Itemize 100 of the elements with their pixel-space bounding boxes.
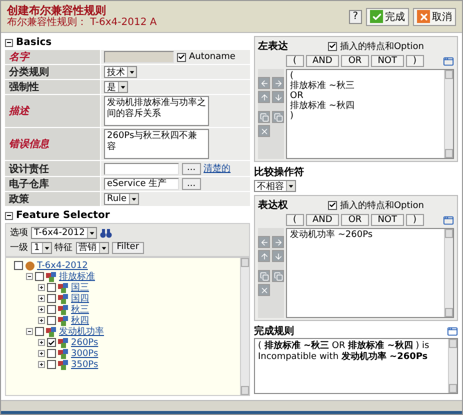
section-title: 完成规则: [254, 324, 294, 338]
dropdown[interactable]: 营销: [76, 242, 109, 254]
arrow-right-button[interactable]: [272, 236, 284, 248]
cancel-button[interactable]: 取消: [413, 8, 456, 26]
checkbox[interactable]: [47, 349, 56, 358]
arrow-left-button[interactable]: [258, 77, 270, 89]
operator-button[interactable]: (: [286, 55, 304, 67]
feature-icon: [46, 326, 57, 336]
expander-icon[interactable]: [38, 295, 45, 302]
done-button[interactable]: 完成: [366, 8, 409, 26]
package-icon: [25, 260, 35, 270]
checkbox-label: 插入的特点和Option: [340, 40, 424, 52]
operator-button[interactable]: AND: [306, 55, 340, 67]
scrollbar[interactable]: [240, 258, 249, 395]
collapse-icon[interactable]: [5, 212, 13, 220]
dropdown[interactable]: 技术: [104, 66, 137, 78]
operator-button[interactable]: (: [286, 214, 304, 226]
tree-item-link[interactable]: 排放标准: [59, 270, 95, 283]
expander-icon[interactable]: [38, 350, 45, 357]
expander-icon[interactable]: [38, 317, 45, 324]
input-field[interactable]: eService 生产: [104, 178, 179, 190]
checkbox[interactable]: [47, 360, 56, 369]
checkbox[interactable]: [47, 316, 56, 325]
field-label: 错误信息: [5, 128, 100, 160]
checkbox[interactable]: [47, 294, 56, 303]
collapse-icon[interactable]: [5, 38, 13, 46]
checkbox[interactable]: [35, 327, 44, 336]
field-label: 描述: [5, 95, 100, 127]
arrow-left-button[interactable]: [258, 236, 270, 248]
operator-button[interactable]: NOT: [370, 214, 404, 226]
checkbox[interactable]: [177, 52, 186, 62]
tree-item-link[interactable]: 国四: [71, 292, 89, 305]
delete-button[interactable]: [258, 125, 270, 137]
arrow-down-button[interactable]: [272, 91, 284, 103]
field-label: 分类规则: [5, 65, 100, 79]
browse-button[interactable]: ...: [182, 178, 201, 190]
field-label: 特征: [54, 242, 73, 254]
delete-button[interactable]: [258, 284, 270, 296]
window-icon: [447, 326, 458, 336]
operator-button[interactable]: ): [406, 214, 424, 226]
copy-button[interactable]: [272, 270, 284, 282]
tree-item-link[interactable]: 发动机功率: [59, 325, 104, 338]
section-title: Basics: [16, 37, 52, 48]
operator-button[interactable]: NOT: [370, 55, 404, 67]
arrow-left-icon: [260, 78, 268, 88]
copy-icon: [274, 112, 282, 122]
dropdown[interactable]: 1: [31, 242, 52, 254]
checkbox[interactable]: [35, 272, 44, 281]
expression-text-area[interactable]: ( 排放标准 ~秋三 OR 排放标准 ~秋四 ): [286, 69, 454, 159]
dropdown[interactable]: 不相容: [254, 180, 296, 192]
expander-icon[interactable]: [38, 361, 45, 368]
copy-button[interactable]: [258, 111, 270, 123]
copy-button[interactable]: [258, 270, 270, 282]
expander-icon[interactable]: [38, 339, 45, 346]
scrollbar[interactable]: [444, 229, 453, 317]
operator-button[interactable]: ): [406, 55, 424, 67]
feature-icon: [58, 316, 69, 326]
copy-button[interactable]: [272, 111, 284, 123]
expander-icon[interactable]: [38, 284, 45, 291]
dropdown[interactable]: 是: [104, 81, 128, 93]
field-label: 强制性: [5, 80, 100, 94]
tree-item-link[interactable]: 秋四: [71, 314, 89, 327]
text-area[interactable]: 发动机排放标准与功率之间的容斥关系: [104, 96, 209, 126]
expander-icon[interactable]: [26, 273, 33, 280]
checkbox[interactable]: [14, 261, 23, 270]
link[interactable]: 清楚的: [204, 162, 231, 175]
text-area[interactable]: 260Ps与秋三秋四不兼容: [104, 129, 209, 159]
tree-item-link[interactable]: 300Ps: [71, 348, 98, 358]
operator-button[interactable]: OR: [341, 55, 369, 67]
binoculars-icon[interactable]: [100, 228, 112, 238]
scrollbar[interactable]: [448, 339, 457, 393]
arrow-down-button[interactable]: [272, 250, 284, 262]
dropdown[interactable]: Rule: [104, 193, 139, 205]
checkbox[interactable]: [47, 305, 56, 314]
tree-item-link[interactable]: 260Ps: [71, 338, 98, 348]
input-field[interactable]: [104, 162, 179, 174]
operator-button[interactable]: OR: [341, 214, 369, 226]
checkbox[interactable]: [328, 42, 337, 50]
arrow-right-button[interactable]: [272, 77, 284, 89]
checkbox[interactable]: [47, 338, 56, 347]
tree-item-link[interactable]: T-6x4-2012: [37, 260, 88, 270]
field-label: 政策: [5, 192, 100, 206]
help-button[interactable]: ?: [348, 10, 362, 24]
tree-item-link[interactable]: 350Ps: [71, 360, 98, 370]
expander-icon[interactable]: [38, 306, 45, 313]
checkbox[interactable]: [328, 200, 337, 210]
dropdown[interactable]: T-6x4-2012: [31, 226, 97, 238]
scrollbar[interactable]: [444, 70, 453, 158]
operator-button[interactable]: AND: [306, 214, 340, 226]
browse-button[interactable]: ...: [182, 162, 201, 174]
filter-button[interactable]: Filter: [112, 242, 144, 254]
panel-title: 表达权: [258, 198, 288, 212]
checkbox[interactable]: [47, 283, 56, 292]
feature-icon: [46, 272, 57, 282]
expression-text-area[interactable]: 发动机功率 ~260Ps: [286, 228, 454, 318]
tree-item-link[interactable]: 秋三: [71, 303, 89, 316]
tree-item-link[interactable]: 国三: [71, 281, 89, 294]
feature-icon: [58, 348, 69, 358]
expander-icon[interactable]: [26, 328, 33, 335]
name-field[interactable]: [104, 51, 174, 63]
